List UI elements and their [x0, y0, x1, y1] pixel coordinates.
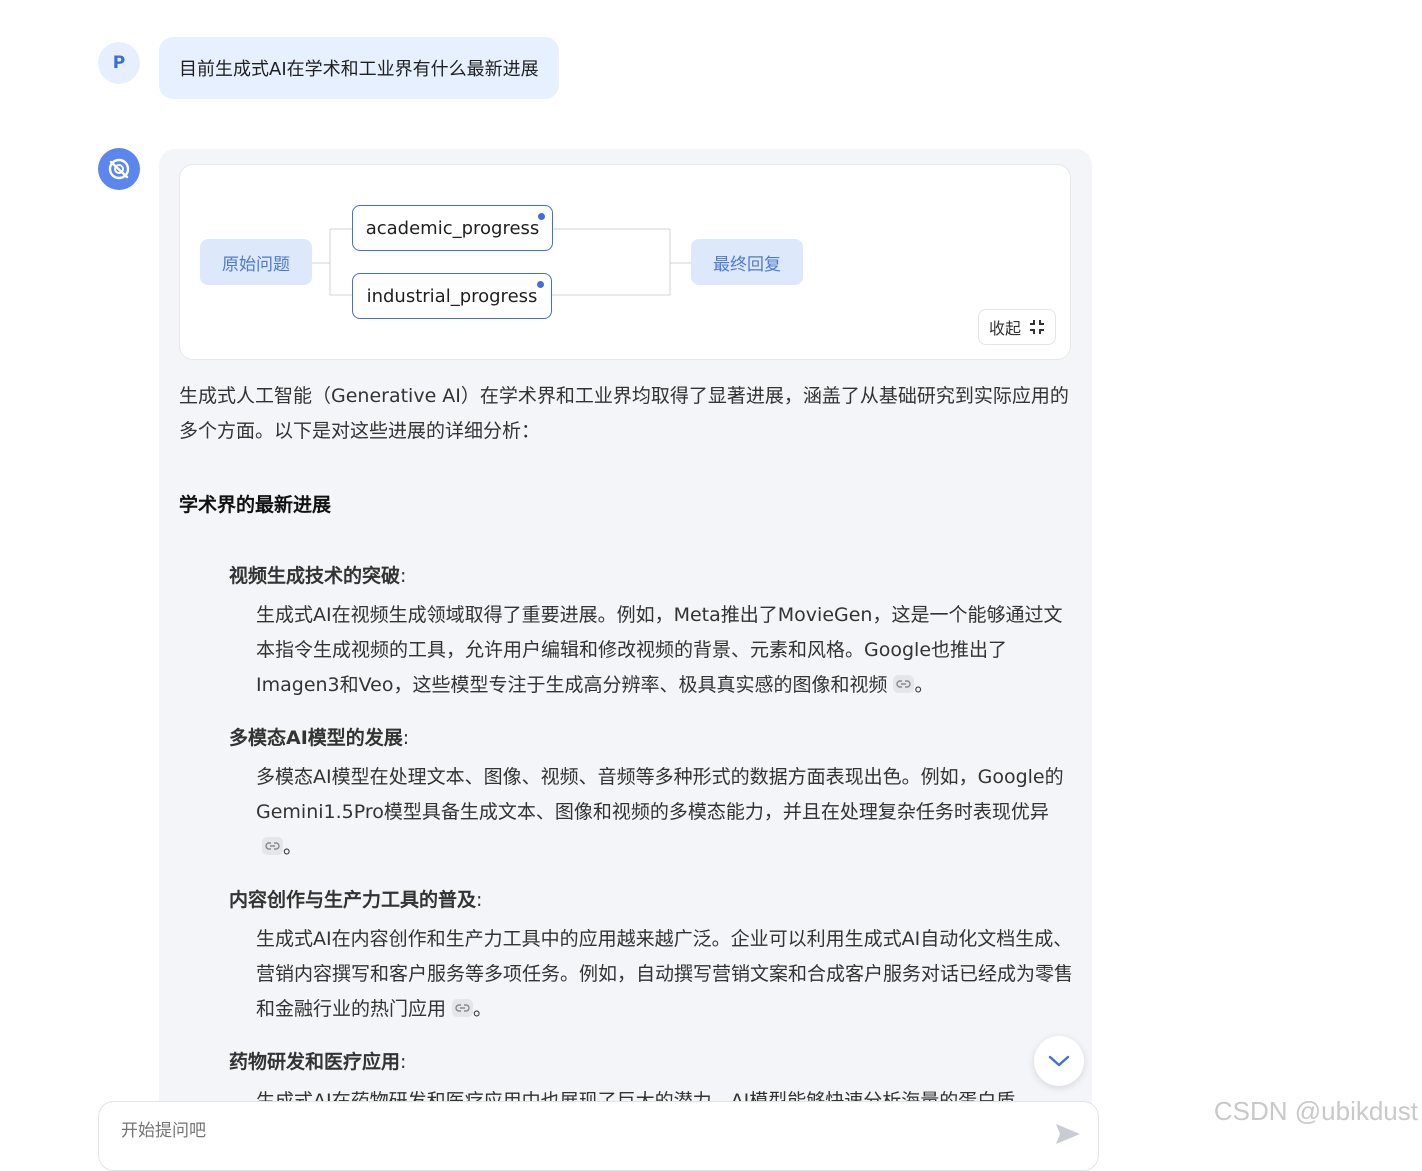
user-message-text: 目前生成式AI在学术和工业界有什么最新进展	[179, 59, 539, 80]
send-icon[interactable]	[1054, 1122, 1082, 1146]
list-item-body: 生成式AI在内容创作和生产力工具中的应用越来越广泛。企业可以利用生成式AI自动化…	[256, 928, 1074, 1020]
collapse-label: 收起	[988, 319, 1021, 338]
chat-input[interactable]	[119, 1120, 923, 1142]
watermark: CSDN @ubikdust	[1213, 1096, 1418, 1126]
flow-node-industrial-progress[interactable]: industrial_progress	[352, 273, 552, 319]
assistant-avatar	[98, 148, 140, 190]
list-item: 多模态AI模型的发展: 多模态AI模型在处理文本、图像、视频、音频等多种形式的数…	[229, 721, 1074, 865]
status-dot-icon	[537, 281, 544, 288]
chat-input-box	[98, 1101, 1099, 1171]
flow-node-end[interactable]: 最终回复	[691, 239, 803, 285]
flow-node-start-label: 原始问题	[222, 254, 290, 275]
list-item: 视频生成技术的突破: 生成式AI在视频生成领域取得了重要进展。例如，Meta推出…	[229, 559, 1074, 703]
list-item-title: 药物研发和医疗应用:	[229, 1051, 407, 1073]
flow-node-label: industrial_progress	[366, 285, 538, 307]
list-item-title: 内容创作与生产力工具的普及:	[229, 889, 483, 911]
list-item-body: 多模态AI模型在处理文本、图像、视频、音频等多种形式的数据方面表现出色。例如，G…	[256, 766, 1064, 858]
workflow-diagram: 原始问题 academic_progress industrial_progre…	[179, 164, 1071, 360]
workflow-connectors	[312, 228, 691, 296]
scroll-to-bottom-button[interactable]	[1034, 1036, 1084, 1086]
collapse-icon	[1030, 320, 1044, 334]
assistant-logo-icon	[108, 158, 130, 180]
status-dot-icon	[538, 213, 545, 220]
chevron-down-icon	[1048, 1055, 1070, 1067]
citation-link-icon[interactable]	[262, 836, 283, 855]
user-avatar-letter: P	[112, 53, 126, 73]
assistant-response: 原始问题 academic_progress industrial_progre…	[159, 149, 1092, 1139]
section-heading: 学术界的最新进展	[179, 494, 332, 516]
flow-node-academic-progress[interactable]: academic_progress	[352, 205, 553, 251]
user-message-bubble: 目前生成式AI在学术和工业界有什么最新进展	[159, 37, 559, 99]
flow-node-end-label: 最终回复	[713, 254, 781, 275]
flow-node-label: academic_progress	[365, 217, 540, 239]
list-item-title: 视频生成技术的突破:	[229, 565, 407, 587]
citation-link-icon[interactable]	[893, 674, 915, 693]
answer-content: 生成式人工智能（Generative AI）在学术界和工业界均取得了显著进展，涵…	[179, 379, 1074, 1119]
list-item-title: 多模态AI模型的发展:	[229, 727, 410, 749]
collapse-button[interactable]: 收起	[977, 309, 1056, 345]
answer-intro: 生成式人工智能（Generative AI）在学术界和工业界均取得了显著进展，涵…	[179, 385, 1069, 442]
list-item: 内容创作与生产力工具的普及: 生成式AI在内容创作和生产力工具中的应用越来越广泛…	[229, 883, 1074, 1027]
flow-node-start[interactable]: 原始问题	[200, 239, 312, 285]
citation-link-icon[interactable]	[452, 998, 474, 1017]
user-avatar: P	[98, 42, 140, 84]
list-item-body: 生成式AI在视频生成领域取得了重要进展。例如，Meta推出了MovieGen，这…	[256, 604, 1063, 696]
